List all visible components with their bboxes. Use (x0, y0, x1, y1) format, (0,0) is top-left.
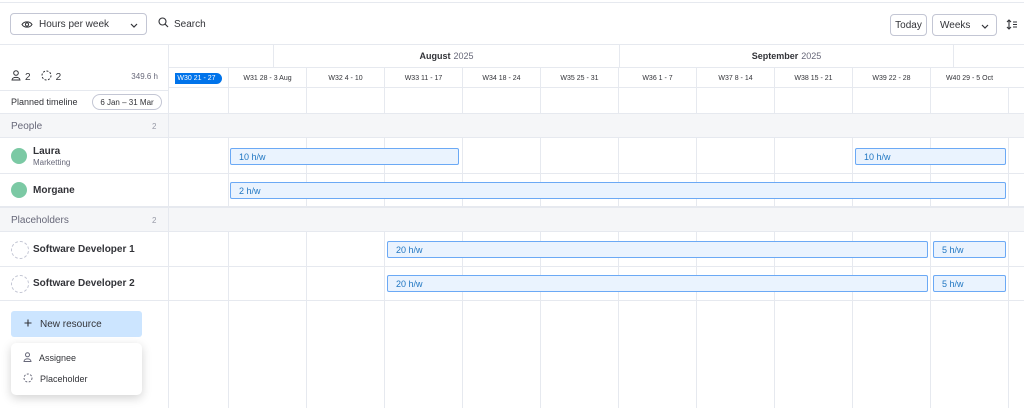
week-cell-current: W30 21 - 27 (169, 68, 228, 88)
sort-icon[interactable] (1006, 19, 1018, 33)
month-name: August (419, 51, 451, 61)
month-year: 2025 (453, 51, 474, 61)
chevron-down-icon (981, 22, 989, 33)
view-select[interactable]: Hours per week (10, 13, 147, 35)
scale-select-label: Weeks (940, 19, 971, 31)
month-august: August 2025 (273, 45, 619, 67)
allocation-bar[interactable]: 2 h/w (230, 182, 1006, 199)
month-september: September 2025 (619, 45, 953, 67)
new-resource-button[interactable]: New resource (11, 311, 142, 337)
menu-item-assignee[interactable]: Assignee (23, 352, 76, 364)
resource-role: Marketting (33, 158, 71, 167)
month-year: 2025 (801, 51, 822, 61)
allocation-bar[interactable]: 10 h/w (230, 148, 459, 165)
allocation-bar[interactable]: 20 h/w (387, 241, 928, 258)
section-label: People (11, 121, 43, 132)
resource-name: Software Developer 2 (33, 278, 135, 289)
new-resource-label: New resource (40, 318, 102, 330)
week-cell: W32 4 - 10 (306, 68, 384, 88)
week-cell: W35 25 - 31 (540, 68, 618, 88)
total-hours: 349.6 h (131, 72, 158, 81)
menu-item-placeholder[interactable]: Placeholder (23, 373, 88, 385)
avatar (11, 148, 27, 164)
week-cell: W37 8 - 14 (696, 68, 774, 88)
current-week-chip: W30 21 - 27 (175, 72, 222, 84)
section-divider (168, 208, 169, 231)
resource-name: Morgane (33, 185, 75, 196)
week-cell: W39 22 - 28 (852, 68, 930, 88)
placeholder-icon (41, 70, 52, 84)
eye-icon (21, 20, 33, 29)
resource-name: Laura (33, 146, 61, 157)
week-cell: W38 15 - 21 (774, 68, 852, 88)
assignee-count: 2 (25, 71, 31, 83)
week-cell: W34 18 - 24 (462, 68, 540, 88)
planned-timeline-label: Planned timeline (11, 97, 78, 107)
placeholder-count: 2 (55, 71, 62, 83)
section-placeholders[interactable]: Placeholders 2 (0, 207, 1024, 232)
month-name: September (751, 51, 799, 61)
scale-select[interactable]: Weeks (932, 14, 997, 36)
month-october (953, 45, 1024, 67)
planned-timeline-row: Planned timeline 6 Jan – 31 Mar (0, 90, 169, 113)
placeholder-icon (23, 373, 33, 385)
new-resource-menu: Assignee Placeholder (11, 343, 142, 395)
search-label: Search (174, 18, 206, 30)
search-button[interactable]: Search (158, 17, 206, 31)
week-cell: W40 29 - 5 Oct (930, 68, 1008, 88)
allocation-bar[interactable]: 5 h/w (933, 241, 1006, 258)
section-divider (168, 114, 169, 137)
section-people[interactable]: People 2 (0, 113, 1024, 138)
chevron-down-icon (130, 21, 138, 32)
section-count: 2 (152, 216, 157, 225)
placeholder-avatar (11, 241, 29, 259)
resource-counts: 2 2 (11, 70, 61, 84)
allocation-bar[interactable]: 10 h/w (855, 148, 1006, 165)
toolbar: Hours per week Search Today Weeks (0, 3, 1024, 43)
week-cell: W36 1 - 7 (618, 68, 696, 88)
section-label: Placeholders (11, 215, 69, 226)
today-button[interactable]: Today (890, 14, 927, 36)
avatar (11, 182, 27, 198)
view-select-label: Hours per week (39, 18, 110, 30)
week-cell: W31 28 - 3 Aug (228, 68, 306, 88)
week-cell: W33 11 - 17 (384, 68, 462, 88)
placeholder-avatar (11, 275, 29, 293)
allocation-bar[interactable]: 20 h/w (387, 275, 928, 292)
menu-item-label: Assignee (39, 353, 77, 363)
person-icon (23, 352, 32, 364)
menu-item-label: Placeholder (40, 374, 88, 384)
allocation-bar[interactable]: 5 h/w (933, 275, 1006, 292)
search-icon (158, 17, 169, 31)
resource-name: Software Developer 1 (33, 244, 135, 255)
planned-timeline-range[interactable]: 6 Jan – 31 Mar (92, 94, 162, 110)
section-count: 2 (152, 122, 157, 131)
plus-icon (24, 319, 32, 330)
week-header: W30 21 - 27 W31 28 - 3 Aug W32 4 - 10 W3… (169, 67, 1024, 88)
person-icon (11, 70, 21, 84)
month-header: August 2025 September 2025 (169, 45, 1024, 67)
